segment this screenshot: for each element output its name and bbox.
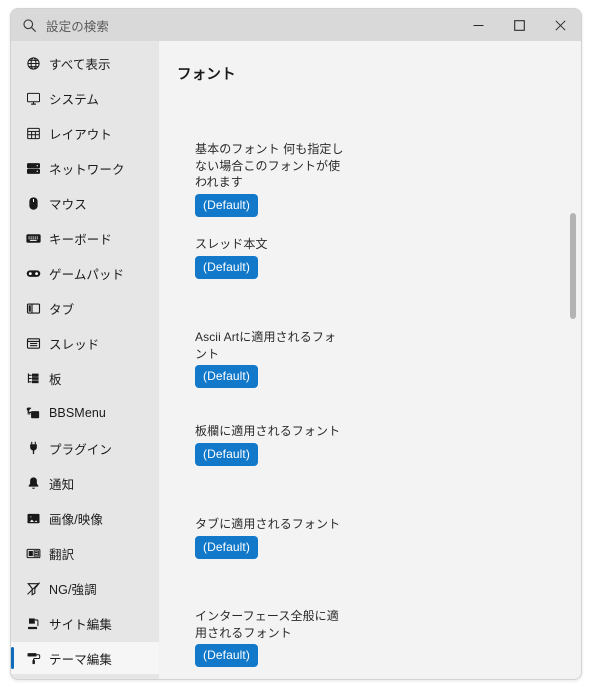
keyboard-icon [25, 230, 41, 246]
sidebar-item-11[interactable]: BBSMenu [11, 397, 159, 429]
font-setting-label: タブに適用されるフォント [195, 517, 341, 531]
font-setting-row: インターフェース全般に適用されるフォント (Default) [195, 608, 347, 667]
scrollbar-thumb[interactable] [570, 213, 576, 319]
sidebar-item-label: NG/強調 [49, 582, 97, 597]
sidebar-item-label: 通知 [49, 477, 75, 492]
font-default-button[interactable]: (Default) [195, 365, 258, 388]
bbsmenu-icon [25, 405, 41, 421]
sidebar-item-17[interactable]: サイト編集 [11, 607, 159, 639]
sidebar-item-10[interactable]: 板 [11, 362, 159, 394]
sidebar-item-6[interactable]: キーボード [11, 222, 159, 254]
sidebar-item-label: スレッド [49, 337, 100, 352]
font-setting-label: スレッド本文 [195, 237, 268, 251]
gamepad-icon [25, 265, 41, 281]
maximize-button[interactable] [499, 9, 540, 41]
sidebar-item-18[interactable]: テーマ編集 [11, 642, 159, 674]
search-icon [22, 18, 37, 33]
main-scroll-area[interactable]: フォント 基本のフォント 何も指定しない場合このフォントが使われます (Defau… [159, 41, 581, 679]
font-setting-label: 板欄に適用されるフォント [195, 424, 341, 438]
font-default-button[interactable]: (Default) [195, 644, 258, 667]
font-setting-row: スレッド本文 (Default) [195, 236, 347, 279]
ng-filter-icon [25, 580, 41, 596]
sidebar-item-13[interactable]: 通知 [11, 467, 159, 499]
bell-icon [25, 475, 41, 491]
sidebar-item-label: サイト編集 [49, 617, 113, 632]
sidebar-item-2[interactable]: システム [11, 82, 159, 114]
title-bar: 設定の検索 [11, 9, 581, 41]
sidebar-item-label: キーボード [49, 232, 113, 247]
page-title: フォント [177, 67, 236, 83]
sidebar-item-14[interactable]: 画像/映像 [11, 502, 159, 534]
sidebar-item-16[interactable]: NG/強調 [11, 572, 159, 604]
sidebar-item-label: 画像/映像 [49, 512, 103, 527]
grid-icon [25, 125, 41, 141]
globe-icon [25, 55, 41, 71]
minimize-button[interactable] [458, 9, 499, 41]
sidebar-item-5[interactable]: マウス [11, 187, 159, 219]
sidebar-item-label: ゲームパッド [49, 267, 125, 282]
sidebar-item-19[interactable]: Wワークスペース [11, 677, 159, 679]
sidebar-item-label: マウス [49, 197, 87, 212]
sidebar-item-1[interactable]: すべて表示 [11, 47, 159, 79]
monitor-icon [25, 90, 41, 106]
server-icon [25, 160, 41, 176]
tab-icon [25, 300, 41, 316]
sidebar-item-label: システム [49, 92, 100, 107]
font-setting-row: Ascii Artに適用されるフォント (Default) [195, 329, 347, 388]
sidebar-item-label: 翻訳 [49, 547, 75, 562]
sidebar-item-label: BBSMenu [49, 406, 106, 420]
sidebar-item-15[interactable]: 翻訳 [11, 537, 159, 569]
font-setting-label: 基本のフォント 何も指定しない場合このフォントが使われます [195, 142, 344, 189]
font-default-button[interactable]: (Default) [195, 193, 258, 217]
sidebar-item-label: ネットワーク [49, 162, 125, 177]
tree-icon [25, 370, 41, 386]
font-default-button[interactable]: (Default) [195, 442, 258, 466]
font-setting-label: インターフェース全般に適用されるフォント [195, 609, 339, 640]
list-icon [25, 335, 41, 351]
image-icon [25, 510, 41, 526]
main-panel: フォント 基本のフォント 何も指定しない場合このフォントが使われます (Defau… [159, 41, 581, 679]
app-root: 設定の検索 すべて表示 システム レイアウト ネットワーク マウス キーボード … [0, 0, 594, 687]
font-default-button[interactable]: (Default) [195, 535, 258, 559]
sidebar-item-label: プラグイン [49, 442, 113, 457]
font-setting-row: タブに適用されるフォント (Default) [195, 516, 347, 559]
sidebar-item-label: タブ [49, 302, 75, 317]
translate-icon [25, 545, 41, 561]
vertical-scrollbar[interactable] [567, 41, 579, 679]
plug-icon [25, 440, 41, 456]
sidebar-item-label: レイアウト [49, 127, 113, 142]
window-body: すべて表示 システム レイアウト ネットワーク マウス キーボード ゲームパッド タブ スレッド… [11, 41, 581, 679]
sidebar-item-12[interactable]: プラグイン [11, 432, 159, 464]
sidebar-item-label: 板 [49, 372, 62, 387]
sidebar-item-9[interactable]: スレッド [11, 327, 159, 359]
paint-roller-icon [25, 650, 41, 666]
sidebar-nav: すべて表示システムレイアウトネットワーク マウスキーボードゲームパッド タブスレッド… [11, 41, 159, 679]
mouse-icon [25, 195, 41, 211]
sidebar-item-4[interactable]: ネットワーク [11, 152, 159, 184]
font-setting-row: 基本のフォント 何も指定しない場合このフォントが使われます (Default) [195, 141, 347, 217]
sidebar-item-8[interactable]: タブ [11, 292, 159, 324]
sidebar-item-3[interactable]: レイアウト [11, 117, 159, 149]
search-input[interactable]: 設定の検索 [11, 9, 458, 41]
site-edit-icon [25, 615, 41, 631]
sidebar-item-7[interactable]: ゲームパッド [11, 257, 159, 289]
sidebar-item-label: すべて表示 [49, 57, 111, 72]
sidebar-item-label: テーマ編集 [49, 652, 113, 667]
close-button[interactable] [540, 9, 581, 41]
font-default-button[interactable]: (Default) [195, 255, 258, 279]
search-placeholder: 設定の検索 [46, 19, 110, 34]
font-setting-row: 板欄に適用されるフォント (Default) [195, 423, 347, 466]
font-setting-label: Ascii Artに適用されるフォント [195, 330, 337, 361]
window-controls [458, 9, 581, 41]
settings-window: 設定の検索 すべて表示 システム レイアウト ネットワーク マウス キーボード … [10, 8, 582, 680]
